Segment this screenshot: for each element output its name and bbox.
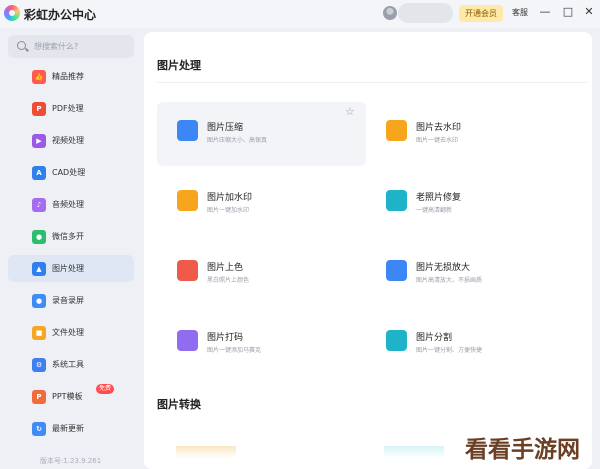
tool-card-description: 图片高清放大、不损画质 [416,277,483,284]
divider [157,82,587,83]
sidebar-item-label: 视频处理 [52,136,84,145]
search-placeholder: 想搜索什么? [34,42,79,51]
sidebar-item-11[interactable]: ↻ 最新更新 [8,415,134,442]
tool-card-description: 一键高清翻新 [416,207,453,214]
tool-card-description: 图片一键添加马赛克 [207,347,262,354]
sidebar-item-8[interactable]: ■ 文件处理 [8,319,134,346]
free-badge: 免费 [96,384,115,394]
tool-card-title: 图片加水印 [207,193,253,203]
tool-card-7[interactable]: 图片分割图片一键分割、方便快捷 [366,312,575,376]
sidebar-item-2[interactable]: ▶ 视频处理 [8,127,134,154]
image-icon: ▲ [32,262,46,276]
photo-restore-icon [386,190,407,211]
search-icon [17,41,26,50]
mosaic-icon [177,330,198,351]
tool-card-description: 图片一键分割、方便快捷 [416,347,483,354]
peek-card-icon [384,446,444,458]
sidebar-item-label: PPT模板 [52,392,83,401]
sidebar-item-3[interactable]: A CAD处理 [8,159,134,186]
sidebar-item-label: 音频处理 [52,200,84,209]
tool-card-title: 图片上色 [207,263,244,273]
tool-card-title: 老照片修复 [416,193,462,203]
thumbs-up-icon: 👍 [32,70,46,84]
sidebar-item-label: 录音录屏 [52,296,84,305]
gear-icon: ⚙ [32,358,46,372]
tool-card-title: 图片去水印 [416,123,462,133]
microphone-icon: ● [32,294,46,308]
sidebar-item-label: 系统工具 [52,360,84,369]
video-icon: ▶ [32,134,46,148]
tool-card-description: 黑白照片上颜色 [207,277,250,284]
tool-card-3[interactable]: 老照片修复一键高清翻新 [366,172,575,236]
tool-card-title: 图片无损放大 [416,263,471,273]
maximize-button[interactable]: □ [561,4,575,20]
cad-icon: A [32,166,46,180]
tool-card-description: 图片一键加水印 [207,207,250,214]
peek-card-icon [176,446,236,458]
sidebar-item-label: 图片处理 [52,264,84,273]
tool-card-description: 图片一键去水印 [416,137,459,144]
sidebar-item-4[interactable]: ♪ 音频处理 [8,191,134,218]
close-button[interactable]: ✕ [582,4,596,20]
site-watermark: 看看手游网 [465,437,580,463]
music-icon: ♪ [32,198,46,212]
tool-card-title: 图片分割 [416,333,453,343]
split-icon [386,330,407,351]
tool-card-0[interactable]: 图片压缩图片压缩大小、高保真 [157,102,366,166]
tool-card-6[interactable]: 图片打码图片一键添加马赛克 [157,312,366,376]
update-icon: ↻ [32,422,46,436]
sidebar-item-label: 最新更新 [52,424,84,433]
add-watermark-icon [177,190,198,211]
sidebar-item-label: 微信多开 [52,232,84,241]
pdf-icon: P [32,102,46,116]
wechat-icon: ● [32,230,46,244]
section-title-image-processing: 图片处理 [157,59,201,72]
sidebar-item-7[interactable]: ● 录音录屏 [8,287,134,314]
tool-card-description: 图片压缩大小、高保真 [207,137,268,144]
tool-card-title: 图片打码 [207,333,244,343]
title-bar: 彩虹办公中心 开通会员 客服 — □ ✕ [0,0,600,28]
tool-card-title: 图片压缩 [207,123,244,133]
user-avatar[interactable] [383,6,397,20]
ppt-icon: P [32,390,46,404]
upscale-icon [386,260,407,281]
sidebar-item-label: PDF处理 [52,104,84,113]
favorite-star-icon[interactable]: ☆ [345,106,355,117]
sidebar-item-label: 文件处理 [52,328,84,337]
main-panel: 图片处理 图片压缩 图片压缩大小、高保真 图片去水印 图片一键去水印 图片加水印 图片一键… [144,32,592,469]
sidebar-item-1[interactable]: P PDF处理 [8,95,134,122]
tool-card-4[interactable]: 图片上色黑白照片上颜色 [157,242,366,306]
rainbow-logo-icon [4,5,20,21]
sidebar-item-label: CAD处理 [52,168,86,177]
tool-card-1[interactable]: 图片去水印图片一键去水印 [366,102,575,166]
search-input[interactable]: 想搜索什么? [8,35,134,58]
app-title: 彩虹办公中心 [24,8,97,22]
folder-icon: ■ [32,326,46,340]
sidebar-item-5[interactable]: ● 微信多开 [8,223,134,250]
sidebar-item-0[interactable]: 👍 精品推荐 [8,63,134,90]
sidebar-item-6[interactable]: ▲ 图片处理 [8,255,134,282]
compress-icon [177,120,198,141]
open-vip-button[interactable]: 开通会员 [459,5,503,22]
user-name-blurred[interactable] [398,3,453,23]
customer-service-button[interactable]: 客服 [512,7,528,18]
tool-card-5[interactable]: 图片无损放大图片高清放大、不损画质 [366,242,575,306]
minimize-button[interactable]: — [538,4,552,20]
section-title-image-conversion: 图片转换 [157,398,201,411]
sidebar-item-9[interactable]: ⚙ 系统工具 [8,351,134,378]
remove-watermark-icon [386,120,407,141]
sidebar-item-10[interactable]: P PPT模板 免费 [8,383,134,410]
tool-card-2[interactable]: 图片加水印图片一键加水印 [157,172,366,236]
sidebar: 想搜索什么? 👍 精品推荐 P PDF处理 ▶ 视频处理 A CAD处理 ♪ 音频处理 ● 微信多开 ▲… [0,28,140,469]
colorize-icon [177,260,198,281]
version-label: 版本号:1.23.9.261 [40,457,102,465]
sidebar-item-label: 精品推荐 [52,72,84,81]
